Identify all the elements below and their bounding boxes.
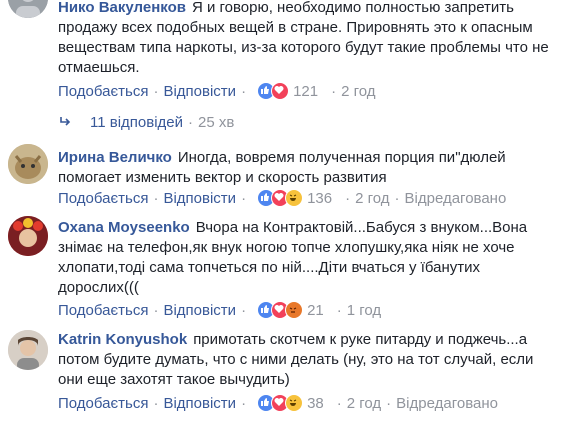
author-name[interactable]: Oxana Moyseenko [58, 219, 190, 236]
comment-text-line: они еще захотят такое вычудить) [58, 371, 290, 388]
comment-actions: Подобається · Відповісти · 121 · 2 год [58, 81, 376, 101]
haha-icon [285, 394, 304, 412]
replies-link[interactable]: 11 відповідей · 25 хв [58, 112, 234, 132]
comment-text-line: хлопати,тоді сама топчеться по ній....Ді… [58, 259, 481, 276]
separator: · [394, 189, 400, 207]
reply-button[interactable]: Відповісти [163, 190, 236, 207]
separator: · [345, 189, 351, 207]
reaction-count[interactable]: 21 [307, 302, 324, 319]
reaction-count[interactable]: 136 [307, 190, 332, 207]
separator: · [153, 82, 159, 100]
avatar[interactable] [8, 216, 48, 256]
comment-text-line: знімає на телефон,як внук ногою топче хл… [58, 239, 515, 256]
reaction-count[interactable]: 121 [293, 83, 318, 100]
reaction-count[interactable]: 38 [307, 395, 324, 412]
comment-text-line: помогает изменить вектор и скорость разв… [58, 169, 387, 186]
love-icon [271, 82, 290, 100]
comment-text-line: отмаешься. [58, 59, 140, 76]
reply-arrow-icon [60, 117, 71, 126]
comment-text-line: потом будите думать, что с ними делать (… [58, 351, 534, 368]
replies-count[interactable]: 11 відповідей [90, 114, 183, 131]
separator: · [331, 82, 337, 100]
separator: · [153, 394, 159, 412]
like-button[interactable]: Подобається [58, 395, 148, 412]
reply-button[interactable]: Відповісти [163, 83, 236, 100]
separator: · [241, 301, 247, 319]
like-button[interactable]: Подобається [58, 302, 148, 319]
comment-text-line: Я и говорю, необходимо полностью запрети… [191, 0, 514, 16]
comment-text-line: примотать скотчем к руке питарду и подже… [193, 331, 528, 348]
comment-text-line: дорослих((( [58, 279, 139, 296]
reactions[interactable] [257, 189, 304, 207]
comment-actions: Подобається · Відповісти · 21 · 1 год [58, 300, 381, 320]
reply-button[interactable]: Відповісти [163, 395, 236, 412]
timestamp[interactable]: 2 год [341, 83, 375, 100]
author-name[interactable]: Katrin Konyushok [58, 331, 187, 348]
reactions[interactable] [257, 82, 290, 100]
timestamp[interactable]: 2 год [347, 395, 381, 412]
edited-label[interactable]: Відредаговано [405, 190, 507, 207]
reply-button[interactable]: Відповісти [163, 302, 236, 319]
avatar[interactable] [8, 144, 48, 184]
separator: · [241, 82, 247, 100]
reactions[interactable] [257, 301, 304, 319]
reactions[interactable] [257, 394, 304, 412]
separator: · [188, 113, 194, 131]
separator: · [336, 394, 342, 412]
comment-body: Oxana Moyseenko Вчора на Контрактовій...Б… [58, 218, 561, 298]
author-name[interactable]: Ирина Величко [58, 149, 172, 166]
like-button[interactable]: Подобається [58, 190, 148, 207]
comment-text-line: продажу всех подобных вещей в стране. Пр… [58, 19, 533, 36]
separator: · [336, 301, 342, 319]
separator: · [241, 394, 247, 412]
author-name[interactable]: Нико Вакуленков [58, 0, 186, 16]
angry-icon [285, 301, 304, 319]
comment-body: Ирина Величко Иногда, вовремя полученная … [58, 148, 561, 188]
timestamp[interactable]: 2 год [355, 190, 389, 207]
timestamp[interactable]: 1 год [347, 302, 381, 319]
avatar[interactable] [8, 0, 48, 18]
comment-actions: Подобається · Відповісти · 136 · 2 год ·… [58, 188, 506, 208]
edited-label[interactable]: Відредаговано [396, 395, 498, 412]
separator: · [241, 189, 247, 207]
comment-text-line: Вчора на Контрактовій...Бабуся з внуком.… [195, 219, 528, 236]
avatar[interactable] [8, 330, 48, 370]
comment-text-line: Иногда, вовремя полученная порция пи"дюл… [177, 149, 506, 166]
comment-body: Katrin Konyushok примотать скотчем к руке… [58, 330, 561, 390]
like-button[interactable]: Подобається [58, 83, 148, 100]
separator: · [153, 189, 159, 207]
separator: · [386, 394, 392, 412]
comment-actions: Подобається · Відповісти · 38 · 2 год · … [58, 393, 498, 413]
comment-text-line: веществам типа наркоты, из-за которого б… [58, 39, 549, 56]
haha-icon [285, 189, 304, 207]
comment-body: Нико Вакуленков Я и говорю, необходимо по… [58, 0, 561, 78]
replies-time: 25 хв [198, 113, 235, 131]
separator: · [153, 301, 159, 319]
